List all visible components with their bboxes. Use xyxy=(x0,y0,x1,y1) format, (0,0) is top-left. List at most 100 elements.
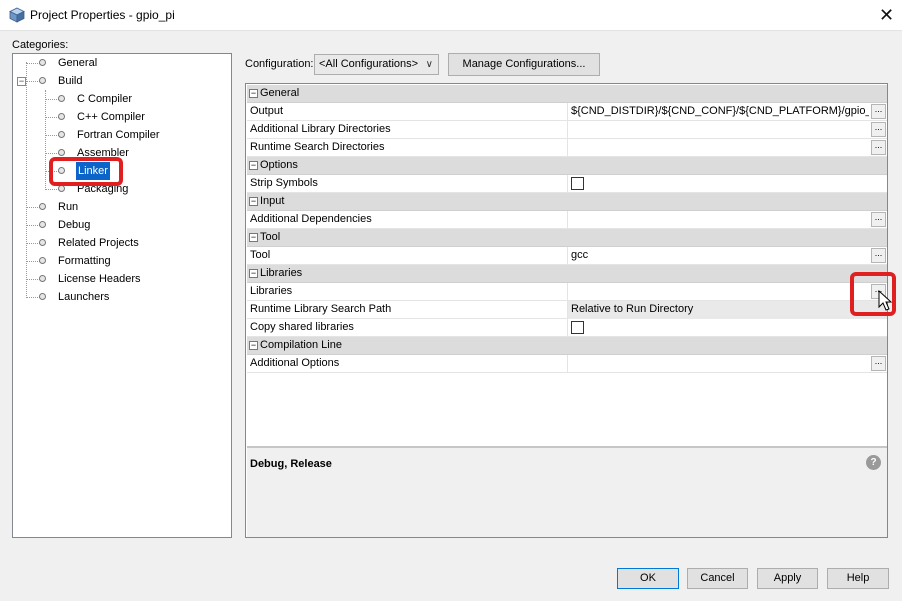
section-label: Libraries xyxy=(260,267,303,279)
node-icon xyxy=(39,59,46,66)
apply-button[interactable]: Apply xyxy=(757,568,818,589)
tree-item-label: Build xyxy=(58,75,83,87)
collapse-icon[interactable]: − xyxy=(249,233,258,242)
ellipsis-button[interactable]: ... xyxy=(871,122,886,137)
strip-symbols-checkbox[interactable] xyxy=(571,177,584,190)
property-value-cell[interactable] xyxy=(567,175,887,193)
node-icon xyxy=(39,239,46,246)
close-icon[interactable]: ✕ xyxy=(871,0,902,31)
node-icon xyxy=(39,293,46,300)
ellipsis-button[interactable]: ... xyxy=(871,140,886,155)
tree-item-cpp-compiler[interactable]: C++ Compiler xyxy=(13,108,231,126)
section-general[interactable]: − General xyxy=(247,85,887,103)
property-value-cell[interactable]: ... xyxy=(567,283,887,301)
property-value-cell[interactable]: ${CND_DISTDIR}/${CND_CONF}/${CND_PLATFOR… xyxy=(567,103,887,121)
cancel-button[interactable]: Cancel xyxy=(687,568,748,589)
property-name: Runtime Search Directories xyxy=(250,141,385,153)
copy-shared-libraries-checkbox[interactable] xyxy=(571,321,584,334)
tree-item-general[interactable]: General xyxy=(13,54,231,72)
ok-button[interactable]: OK xyxy=(617,568,679,589)
section-label: Input xyxy=(260,195,285,207)
property-row-additional-dependencies[interactable]: Additional Dependencies ... xyxy=(247,211,887,229)
property-value: Relative to Run Directory xyxy=(571,303,694,315)
collapse-icon[interactable]: − xyxy=(249,161,258,170)
property-row-copy-shared-libraries[interactable]: Copy shared libraries xyxy=(247,319,887,337)
tree-item-label: C Compiler xyxy=(77,93,133,105)
property-row-runtime-search-directories[interactable]: Runtime Search Directories ... xyxy=(247,139,887,157)
property-value-cell[interactable]: gcc ... xyxy=(567,247,887,265)
help-icon[interactable]: ? xyxy=(866,455,881,470)
node-icon xyxy=(58,113,65,120)
property-name: Tool xyxy=(250,249,271,261)
collapse-icon[interactable]: − xyxy=(249,341,258,350)
ellipsis-button[interactable]: ... xyxy=(871,104,886,119)
property-row-additional-library-directories[interactable]: Additional Library Directories ... xyxy=(247,121,887,139)
property-row-strip-symbols[interactable]: Strip Symbols xyxy=(247,175,887,193)
tree-item-label: Related Projects xyxy=(58,237,139,249)
collapse-icon[interactable]: − xyxy=(249,269,258,278)
tree-item-run[interactable]: Run xyxy=(13,198,231,216)
tree-item-debug[interactable]: Debug xyxy=(13,216,231,234)
property-row-output[interactable]: Output ${CND_DISTDIR}/${CND_CONF}/${CND_… xyxy=(247,103,887,121)
output-value[interactable]: ${CND_DISTDIR}/${CND_CONF}/${CND_PLATFOR… xyxy=(571,105,869,117)
node-icon xyxy=(39,275,46,282)
tree-item-formatting[interactable]: Formatting xyxy=(13,252,231,270)
tool-value[interactable]: gcc xyxy=(571,249,869,261)
title-bar: Project Properties - gpio_pi ✕ xyxy=(0,0,902,31)
tree-item-label: Run xyxy=(58,201,79,213)
section-input[interactable]: − Input xyxy=(247,193,887,211)
tree-item-launchers[interactable]: Launchers xyxy=(13,288,231,306)
node-icon xyxy=(39,77,46,84)
section-label: Tool xyxy=(260,231,281,243)
tree-item-related-projects[interactable]: Related Projects xyxy=(13,234,231,252)
tree-item-license-headers[interactable]: License Headers xyxy=(13,270,231,288)
tree-item-label: C++ Compiler xyxy=(77,111,145,123)
ellipsis-button[interactable]: ... xyxy=(871,212,886,227)
property-row-runtime-library-search-path[interactable]: Runtime Library Search Path Relative to … xyxy=(247,301,887,319)
tree-item-label: License Headers xyxy=(58,273,141,285)
section-compilation-line[interactable]: − Compilation Line xyxy=(247,337,887,355)
tree-item-label: Fortran Compiler xyxy=(77,129,160,141)
property-name: Output xyxy=(250,105,284,117)
cube-icon xyxy=(9,7,25,23)
section-options[interactable]: − Options xyxy=(247,157,887,175)
tree-item-label: Formatting xyxy=(58,255,111,267)
tree-item-c-compiler[interactable]: C Compiler xyxy=(13,90,231,108)
property-row-additional-options[interactable]: Additional Options ... xyxy=(247,355,887,373)
node-icon xyxy=(39,221,46,228)
section-libraries[interactable]: − Libraries xyxy=(247,265,887,283)
description-title: Debug, Release xyxy=(250,458,332,470)
ellipsis-button[interactable]: ... xyxy=(871,356,886,371)
window-title: Project Properties - gpio_pi xyxy=(30,8,175,22)
property-value-cell[interactable]: ... xyxy=(567,211,887,229)
runtime-library-search-path-select[interactable]: Relative to Run Directory xyxy=(567,301,887,319)
description-area: Debug, Release ? xyxy=(247,446,887,537)
node-icon xyxy=(58,95,65,102)
property-value-cell[interactable] xyxy=(567,319,887,337)
property-value-cell[interactable]: ... xyxy=(567,355,887,373)
help-button[interactable]: Help xyxy=(827,568,889,589)
configuration-select[interactable]: <All Configurations> ∨ xyxy=(314,54,439,75)
manage-configurations-button[interactable]: Manage Configurations... xyxy=(448,53,600,76)
section-tool[interactable]: − Tool xyxy=(247,229,887,247)
collapse-icon[interactable]: − xyxy=(249,197,258,206)
property-value-cell[interactable]: ... xyxy=(567,139,887,157)
mouse-pointer-icon xyxy=(878,290,893,311)
property-sheet: − General Output ${CND_DISTDIR}/${CND_CO… xyxy=(245,83,888,538)
tree-item-build[interactable]: Build xyxy=(13,72,231,90)
property-name: Additional Dependencies xyxy=(250,213,372,225)
ellipsis-button[interactable]: ... xyxy=(871,248,886,263)
property-row-tool[interactable]: Tool gcc ... xyxy=(247,247,887,265)
property-name: Additional Options xyxy=(250,357,340,369)
node-icon xyxy=(39,203,46,210)
section-label: General xyxy=(260,87,300,99)
collapse-icon[interactable]: − xyxy=(249,89,258,98)
tree-item-fortran-compiler[interactable]: Fortran Compiler xyxy=(13,126,231,144)
property-name: Strip Symbols xyxy=(250,177,318,189)
property-value-cell[interactable]: ... xyxy=(567,121,887,139)
categories-label: Categories: xyxy=(12,39,69,51)
property-name: Runtime Library Search Path xyxy=(250,303,392,315)
property-row-libraries[interactable]: Libraries ... xyxy=(247,283,887,301)
tree-item-label: Launchers xyxy=(58,291,110,303)
configuration-label: Configuration: xyxy=(245,58,314,70)
